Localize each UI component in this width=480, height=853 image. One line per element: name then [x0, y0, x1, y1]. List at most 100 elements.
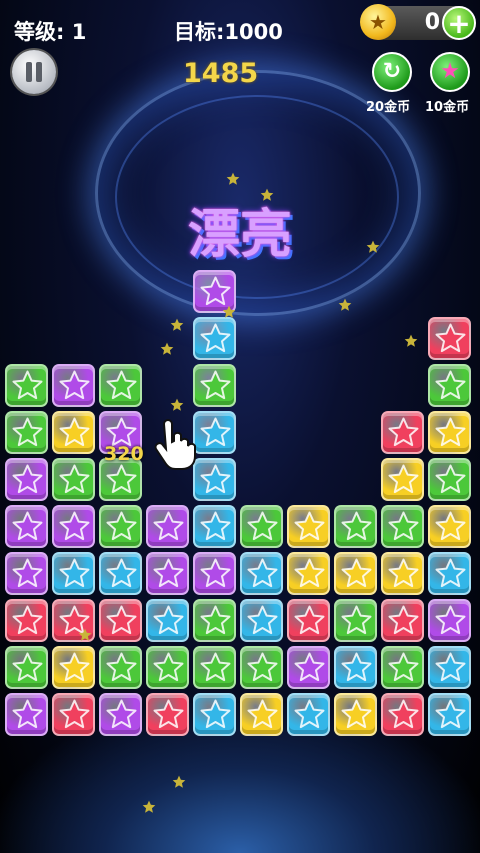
tile-blue[interactable]: [193, 317, 236, 360]
tile-purple[interactable]: [146, 505, 189, 548]
tile-blue[interactable]: [428, 646, 471, 689]
tile-green[interactable]: [99, 646, 142, 689]
tile-green[interactable]: [99, 505, 142, 548]
tile-blue[interactable]: [193, 505, 236, 548]
tile-red[interactable]: [428, 317, 471, 360]
star-icon: [106, 558, 137, 588]
tile-blue[interactable]: [334, 646, 377, 689]
star-icon: [59, 511, 90, 541]
add-coins-button[interactable]: +: [442, 6, 476, 40]
tile-green[interactable]: [381, 505, 424, 548]
tile-purple[interactable]: [5, 552, 48, 595]
sparkle-star-icon: [170, 398, 184, 411]
tile-blue[interactable]: [287, 693, 330, 736]
tile-yellow[interactable]: [287, 505, 330, 548]
magic-button[interactable]: ★: [430, 52, 470, 92]
tile-yellow[interactable]: [52, 411, 95, 454]
star-icon: [153, 511, 184, 541]
tile-red[interactable]: [146, 693, 189, 736]
tile-purple[interactable]: [52, 364, 95, 407]
tile-purple[interactable]: [52, 505, 95, 548]
pointer-hand-icon: [154, 419, 196, 470]
tile-green[interactable]: [146, 646, 189, 689]
star-icon: [388, 511, 419, 541]
tile-green[interactable]: [52, 458, 95, 501]
tile-green[interactable]: [381, 646, 424, 689]
tile-purple[interactable]: [5, 693, 48, 736]
pause-button[interactable]: [12, 50, 56, 94]
star-icon: [200, 464, 231, 494]
star-icon: [435, 323, 466, 353]
star-icon: [106, 370, 137, 400]
star-icon: [388, 417, 419, 447]
star-icon: [153, 699, 184, 729]
tile-blue[interactable]: [193, 458, 236, 501]
tile-purple[interactable]: [146, 552, 189, 595]
tile-red[interactable]: [99, 599, 142, 642]
sparkle-star-icon: [366, 240, 380, 253]
tile-green[interactable]: [99, 364, 142, 407]
star-icon: [435, 417, 466, 447]
tile-green[interactable]: [193, 364, 236, 407]
tile-red[interactable]: [287, 599, 330, 642]
tile-blue[interactable]: [428, 693, 471, 736]
tile-red[interactable]: [381, 411, 424, 454]
tile-yellow[interactable]: [287, 552, 330, 595]
coin-count: 0: [424, 10, 440, 35]
tile-green[interactable]: [193, 599, 236, 642]
tile-blue[interactable]: [146, 599, 189, 642]
tile-red[interactable]: [52, 693, 95, 736]
score: 1485: [183, 58, 259, 89]
tile-yellow[interactable]: [428, 411, 471, 454]
tile-green[interactable]: [334, 505, 377, 548]
coin-icon: ★: [360, 4, 396, 40]
tile-green[interactable]: [428, 458, 471, 501]
tile-yellow[interactable]: [381, 458, 424, 501]
star-icon: [106, 652, 137, 682]
tile-blue[interactable]: [240, 599, 283, 642]
tile-blue[interactable]: [193, 693, 236, 736]
tile-green[interactable]: [5, 411, 48, 454]
tile-green[interactable]: [5, 646, 48, 689]
sparkle-star-icon: [404, 334, 418, 347]
tile-yellow[interactable]: [52, 646, 95, 689]
refresh-button[interactable]: ↻: [372, 52, 412, 92]
tile-green[interactable]: [5, 364, 48, 407]
tile-yellow[interactable]: [240, 693, 283, 736]
tile-purple[interactable]: [5, 458, 48, 501]
tile-purple[interactable]: [99, 693, 142, 736]
tile-yellow[interactable]: [381, 552, 424, 595]
tile-purple[interactable]: [193, 552, 236, 595]
tile-yellow[interactable]: [334, 552, 377, 595]
tile-green[interactable]: [240, 505, 283, 548]
sparkle-star-icon: [338, 298, 352, 311]
star-icon: [106, 605, 137, 635]
tile-blue[interactable]: [428, 552, 471, 595]
tile-purple[interactable]: [428, 599, 471, 642]
star-icon: [153, 652, 184, 682]
tile-yellow[interactable]: [428, 505, 471, 548]
tile-blue[interactable]: [99, 552, 142, 595]
tile-green[interactable]: [428, 364, 471, 407]
tile-yellow[interactable]: [334, 693, 377, 736]
tile-green[interactable]: [240, 646, 283, 689]
star-icon: [435, 558, 466, 588]
tile-blue[interactable]: [240, 552, 283, 595]
tile-blue[interactable]: [52, 552, 95, 595]
star-icon: [59, 417, 90, 447]
star-icon: [200, 652, 231, 682]
star-icon: [388, 699, 419, 729]
tile-red[interactable]: [381, 599, 424, 642]
tile-purple[interactable]: [287, 646, 330, 689]
tile-blue[interactable]: [193, 411, 236, 454]
tile-red[interactable]: [5, 599, 48, 642]
star-icon: [200, 417, 231, 447]
star-icon: [294, 605, 325, 635]
tile-green[interactable]: [334, 599, 377, 642]
tile-purple[interactable]: [5, 505, 48, 548]
sparkle-star-icon: [260, 188, 274, 201]
tile-red[interactable]: [381, 693, 424, 736]
star-icon: [153, 605, 184, 635]
star-icon: [435, 699, 466, 729]
tile-green[interactable]: [193, 646, 236, 689]
